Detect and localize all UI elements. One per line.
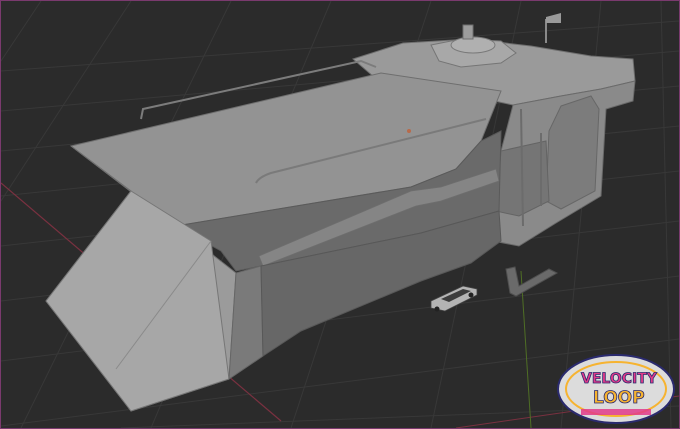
velocity-loop-logo-icon: VELOCITY LOOP [557, 354, 675, 424]
origin-marker [407, 129, 411, 133]
logo-line2: LOOP [593, 388, 645, 408]
logo-line1: VELOCITY [581, 371, 658, 387]
viewport-scene[interactable]: VELOCITY LOOP [1, 1, 679, 428]
3d-viewport[interactable]: VELOCITY LOOP [0, 0, 680, 429]
turret-stack [462, 24, 474, 40]
